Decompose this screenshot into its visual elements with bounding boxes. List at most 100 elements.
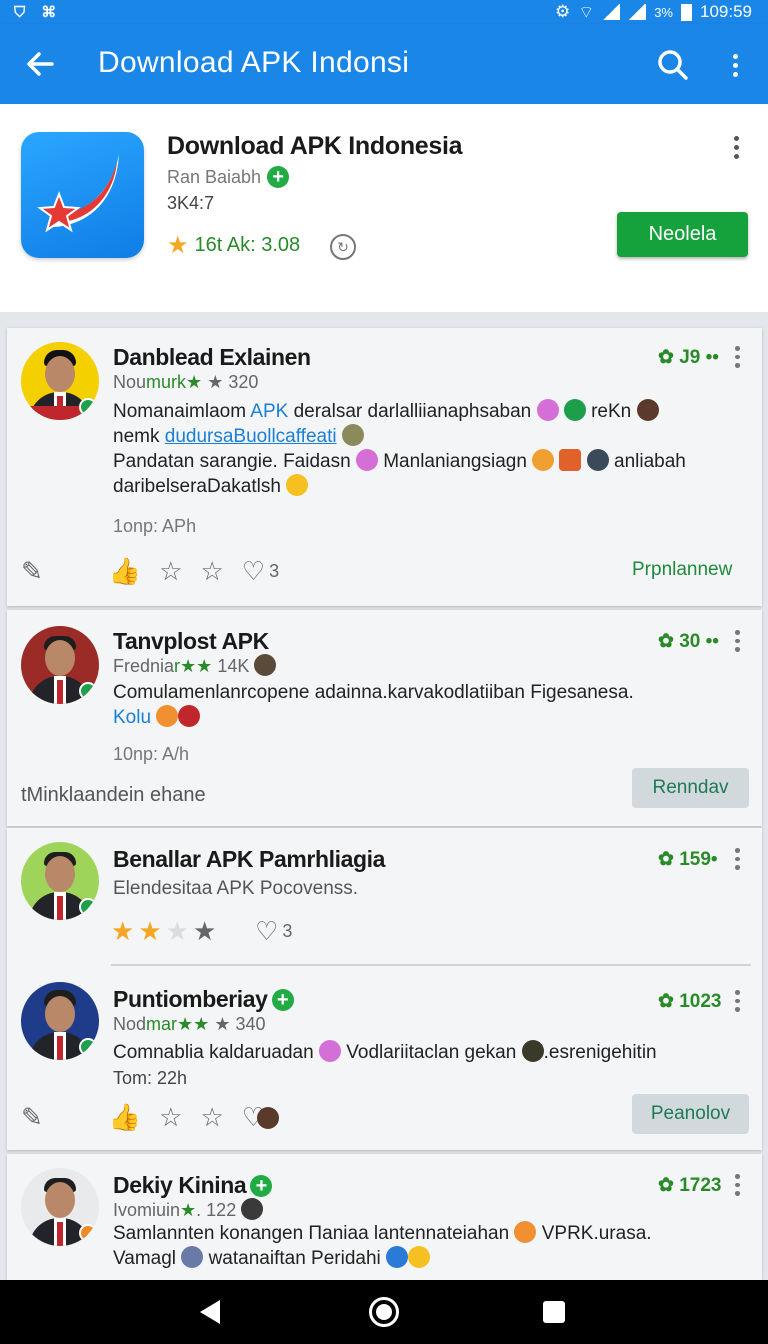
like-count: 3 <box>282 921 293 941</box>
shield-icon: ⛉ <box>14 3 26 21</box>
status-bar: ⛉ ⌘ ⚙ ⌔ 3% 109:59 <box>0 0 768 24</box>
post-action-button[interactable]: Peanolov <box>632 1094 749 1134</box>
avatar[interactable] <box>21 342 99 420</box>
post-actions: ♡ 3 <box>255 916 292 947</box>
app-bar-title: Download APK Indonsi <box>98 46 410 79</box>
post-actions: ✎ 👍 ☆ ☆ ♡ 3 <box>21 556 279 587</box>
star-outline-icon[interactable]: ☆ <box>159 1102 182 1133</box>
wifi-icon: ⌔ <box>578 2 595 22</box>
install-button[interactable]: Neolela <box>617 212 748 257</box>
star-rating[interactable]: ★★★★ <box>111 916 220 947</box>
star-empty-icon: ★ <box>165 916 193 946</box>
vibrate-icon: ⚙ <box>554 2 571 21</box>
post-score: ✿ 159• <box>658 849 718 870</box>
verified-plus-icon: + <box>271 988 294 1011</box>
post-body: Comulamenlanrcopene adainna.karvakodlati… <box>113 682 634 728</box>
post-author[interactable]: Benallar APK Pamrhliagia <box>113 846 385 873</box>
emoji-icon <box>156 705 179 727</box>
avatar[interactable] <box>21 982 99 1060</box>
edit-icon[interactable]: ✎ <box>21 556 43 587</box>
wifi-check-icon: ⌘ <box>41 4 57 21</box>
emoji-face-icon <box>521 1040 544 1062</box>
battery-icon <box>681 3 692 21</box>
post-time: 10np: A/h <box>113 744 190 764</box>
developer-name: Ran Baiabh <box>167 166 262 187</box>
post-subtitle: Elendesitaa APK Pocovenss. <box>113 878 359 899</box>
emoji-at-icon <box>355 449 378 471</box>
search-icon[interactable] <box>656 48 690 82</box>
post-actions: ✎ 👍 ☆ ☆ ♡ <box>21 1102 280 1133</box>
post-menu-icon[interactable] <box>730 848 744 871</box>
post-action-link[interactable]: Prpnlannew <box>632 559 732 581</box>
emoji-face-icon <box>241 1198 264 1220</box>
post-time: 1onp: APh <box>113 516 197 536</box>
star-grey-icon: ★ <box>192 916 221 946</box>
emoji-icon <box>563 399 586 421</box>
app-name: Download APK Indonesia <box>167 132 463 160</box>
heart-emoji-icon <box>178 705 201 727</box>
nav-back-icon[interactable] <box>200 1300 220 1324</box>
emoji-icon <box>341 424 364 446</box>
heart-icon[interactable]: ♡ <box>242 556 265 587</box>
badge <box>79 1224 97 1242</box>
post-score: ✿ 30 •• <box>658 631 719 652</box>
online-badge <box>79 898 97 916</box>
post-meta: Fredniar★★ 14K <box>113 654 277 677</box>
divider <box>111 964 751 966</box>
post-author[interactable]: Tanvplost APK <box>113 628 269 655</box>
emoji-at-icon <box>318 1040 341 1062</box>
post-menu-icon[interactable] <box>730 1174 744 1197</box>
post-menu-icon[interactable] <box>730 630 744 653</box>
thumbs-up-icon[interactable]: 👍 <box>109 556 141 587</box>
overflow-menu-icon[interactable] <box>722 48 748 82</box>
emoji-face-icon <box>254 654 277 676</box>
app-size: 3K4:7 <box>167 193 215 213</box>
emoji-wink-icon <box>408 1246 431 1268</box>
post-menu-icon[interactable] <box>730 990 744 1013</box>
signal-icon-2 <box>628 4 647 20</box>
post-author[interactable]: Danblead Exlainen <box>113 344 311 371</box>
avatar[interactable] <box>21 842 99 920</box>
avatar[interactable] <box>21 1168 99 1246</box>
post-time: Tom: 22h <box>113 1068 188 1088</box>
star-outline-icon[interactable]: ☆ <box>200 556 223 587</box>
battery-percent: 3% <box>654 4 673 20</box>
post-body: Nomanaimlaom APK deralsar darlalliianaph… <box>113 399 686 497</box>
emoji-face-icon <box>181 1246 204 1268</box>
star-outline-icon[interactable]: ☆ <box>200 1102 223 1133</box>
edit-icon[interactable]: ✎ <box>21 1102 43 1133</box>
emoji-face-icon <box>636 399 659 421</box>
online-badge <box>79 398 97 416</box>
star-icon: ★ <box>167 232 189 259</box>
app-menu-icon[interactable] <box>726 132 746 162</box>
emoji-bolt-icon <box>386 1246 409 1268</box>
post-score: ✿ J9 •• <box>658 347 719 368</box>
emoji-wink-icon <box>286 474 309 496</box>
emoji-smile-icon <box>532 449 555 471</box>
back-arrow-icon[interactable] <box>22 46 58 82</box>
app-bar: Download APK Indonsi <box>0 24 768 104</box>
post-meta: Ivomiuin★. 122 <box>113 1198 264 1221</box>
star-outline-icon[interactable]: ☆ <box>159 556 182 587</box>
avatar[interactable] <box>21 626 99 704</box>
heart-icon[interactable]: ♡ <box>255 916 278 947</box>
thumbs-up-icon[interactable]: 👍 <box>109 1102 141 1133</box>
post-author[interactable]: Puntiomberiay + <box>113 986 294 1013</box>
post-menu-icon[interactable] <box>730 346 744 369</box>
post-author[interactable]: Dekiy Kinina + <box>113 1172 273 1199</box>
post-score: ✿ 1023 <box>658 991 722 1012</box>
emoji-icon <box>559 449 582 471</box>
share-icon[interactable]: ↻ <box>330 234 356 260</box>
nav-home-icon[interactable] <box>369 1297 399 1327</box>
post-action-button[interactable]: Renndav <box>632 768 749 808</box>
like-count: 3 <box>269 561 280 581</box>
emoji-face-icon <box>586 449 609 471</box>
app-developer[interactable]: Ran Baiabh + <box>167 166 290 188</box>
emoji-smile-icon <box>514 1221 537 1243</box>
nav-recents-icon[interactable] <box>543 1301 565 1323</box>
post-card: Dekiy Kinina + Ivomiuin★. 122 ✿ 1723 Saml… <box>7 1154 762 1280</box>
online-badge <box>79 682 97 700</box>
post-card: Tanvplost APK Fredniar★★ 14K ✿ 30 •• Com… <box>7 610 762 826</box>
app-icon[interactable] <box>21 132 144 258</box>
rating-text: 16t Ak: 3.08 <box>194 234 301 256</box>
